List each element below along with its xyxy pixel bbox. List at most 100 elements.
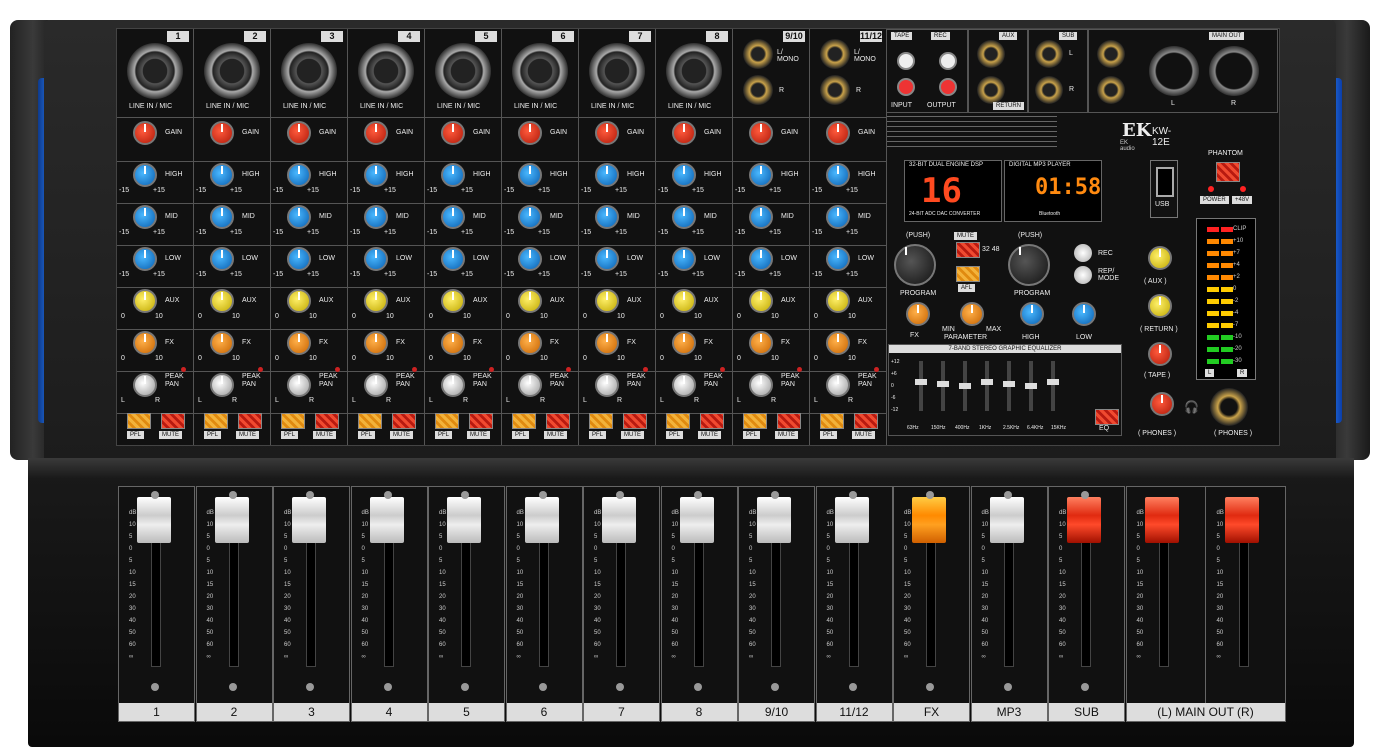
- geq-slider[interactable]: [1003, 361, 1015, 411]
- geq-slider-cap[interactable]: [1003, 381, 1015, 387]
- mid-knob[interactable]: [210, 205, 234, 229]
- mute-button[interactable]: [392, 413, 416, 429]
- low-knob[interactable]: [749, 247, 773, 271]
- pfl-button[interactable]: [435, 413, 459, 429]
- fader-cap[interactable]: [137, 497, 171, 543]
- gain-knob[interactable]: [364, 121, 388, 145]
- pan-knob[interactable]: [672, 373, 696, 397]
- mute-button[interactable]: [777, 413, 801, 429]
- aux-knob[interactable]: [826, 289, 850, 313]
- mid-knob[interactable]: [287, 205, 311, 229]
- mute-button[interactable]: [161, 413, 185, 429]
- fx-knob[interactable]: [595, 331, 619, 355]
- mute-button[interactable]: [315, 413, 339, 429]
- return-master-knob[interactable]: [1148, 294, 1172, 318]
- pan-knob[interactable]: [364, 373, 388, 397]
- fx-knob[interactable]: [826, 331, 850, 355]
- aux-knob[interactable]: [133, 289, 157, 313]
- pfl-button[interactable]: [589, 413, 613, 429]
- pfl-button[interactable]: [127, 413, 151, 429]
- mute-button[interactable]: [700, 413, 724, 429]
- combo-input-jack[interactable]: [435, 43, 491, 99]
- high-knob[interactable]: [595, 163, 619, 187]
- fader-cap[interactable]: [1067, 497, 1101, 543]
- aux-out-jack[interactable]: [977, 40, 1005, 68]
- high-knob[interactable]: [364, 163, 388, 187]
- low-knob[interactable]: [518, 247, 542, 271]
- combo-input-jack[interactable]: [204, 43, 260, 99]
- high-knob[interactable]: [210, 163, 234, 187]
- combo-input-jack[interactable]: [666, 43, 722, 99]
- combo-input-jack[interactable]: [127, 43, 183, 99]
- dsp-program-knob[interactable]: [894, 244, 936, 286]
- mid-knob[interactable]: [133, 205, 157, 229]
- geq-slider[interactable]: [915, 361, 927, 411]
- gain-knob[interactable]: [672, 121, 696, 145]
- fx-knob[interactable]: [672, 331, 696, 355]
- aux-knob[interactable]: [441, 289, 465, 313]
- rec-out-l-jack[interactable]: [939, 52, 957, 70]
- aux-knob[interactable]: [672, 289, 696, 313]
- fader-cap[interactable]: [292, 497, 326, 543]
- sub-l-jack[interactable]: [1035, 40, 1063, 68]
- fx-knob[interactable]: [749, 331, 773, 355]
- low-knob[interactable]: [672, 247, 696, 271]
- mid-knob[interactable]: [518, 205, 542, 229]
- gain-knob[interactable]: [595, 121, 619, 145]
- fader-cap[interactable]: [912, 497, 946, 543]
- mp3-mode-button[interactable]: [1074, 266, 1092, 284]
- combo-input-jack[interactable]: [281, 43, 337, 99]
- pan-knob[interactable]: [133, 373, 157, 397]
- mid-knob[interactable]: [826, 205, 850, 229]
- tape-level-knob[interactable]: [1148, 342, 1172, 366]
- low-knob[interactable]: [287, 247, 311, 271]
- geq-slider-cap[interactable]: [981, 379, 993, 385]
- usb-port[interactable]: [1156, 167, 1174, 197]
- combo-input-jack[interactable]: [358, 43, 414, 99]
- main-r-fader-cap[interactable]: [1224, 497, 1259, 543]
- phones-level-knob[interactable]: [1150, 392, 1174, 416]
- pan-knob[interactable]: [749, 373, 773, 397]
- main-jack-r[interactable]: [1097, 76, 1125, 104]
- low-knob[interactable]: [826, 247, 850, 271]
- fader-cap[interactable]: [989, 497, 1024, 543]
- mid-knob[interactable]: [672, 205, 696, 229]
- pan-knob[interactable]: [287, 373, 311, 397]
- fader-cap[interactable]: [602, 497, 636, 543]
- aux-knob[interactable]: [287, 289, 311, 313]
- mid-knob[interactable]: [595, 205, 619, 229]
- combo-input-jack[interactable]: [589, 43, 645, 99]
- mp3-high-knob[interactable]: [1020, 302, 1044, 326]
- mid-knob[interactable]: [364, 205, 388, 229]
- stereo-l-jack[interactable]: [743, 39, 773, 69]
- high-knob[interactable]: [826, 163, 850, 187]
- main-xlr-l[interactable]: [1149, 46, 1199, 96]
- mute-button[interactable]: [854, 413, 878, 429]
- main-xlr-r[interactable]: [1209, 46, 1259, 96]
- mute-button[interactable]: [623, 413, 647, 429]
- gain-knob[interactable]: [133, 121, 157, 145]
- fx-knob[interactable]: [210, 331, 234, 355]
- high-knob[interactable]: [672, 163, 696, 187]
- high-knob[interactable]: [441, 163, 465, 187]
- mp3-program-knob[interactable]: [1008, 244, 1050, 286]
- geq-slider-cap[interactable]: [1025, 383, 1037, 389]
- eq-button[interactable]: [1095, 409, 1119, 425]
- geq-slider[interactable]: [959, 361, 971, 411]
- aux-knob[interactable]: [749, 289, 773, 313]
- stereo-l-jack[interactable]: [820, 39, 850, 69]
- low-knob[interactable]: [364, 247, 388, 271]
- mp3-low-knob[interactable]: [1072, 302, 1096, 326]
- main-jack-l[interactable]: [1097, 40, 1125, 68]
- fader-cap[interactable]: [214, 497, 249, 543]
- pfl-button[interactable]: [820, 413, 844, 429]
- pfl-button[interactable]: [743, 413, 767, 429]
- gain-knob[interactable]: [210, 121, 234, 145]
- parameter-knob[interactable]: [960, 302, 984, 326]
- gain-knob[interactable]: [749, 121, 773, 145]
- combo-input-jack[interactable]: [512, 43, 568, 99]
- mp3-rec-button[interactable]: [1074, 244, 1092, 262]
- fx-knob[interactable]: [518, 331, 542, 355]
- mid-knob[interactable]: [441, 205, 465, 229]
- low-knob[interactable]: [210, 247, 234, 271]
